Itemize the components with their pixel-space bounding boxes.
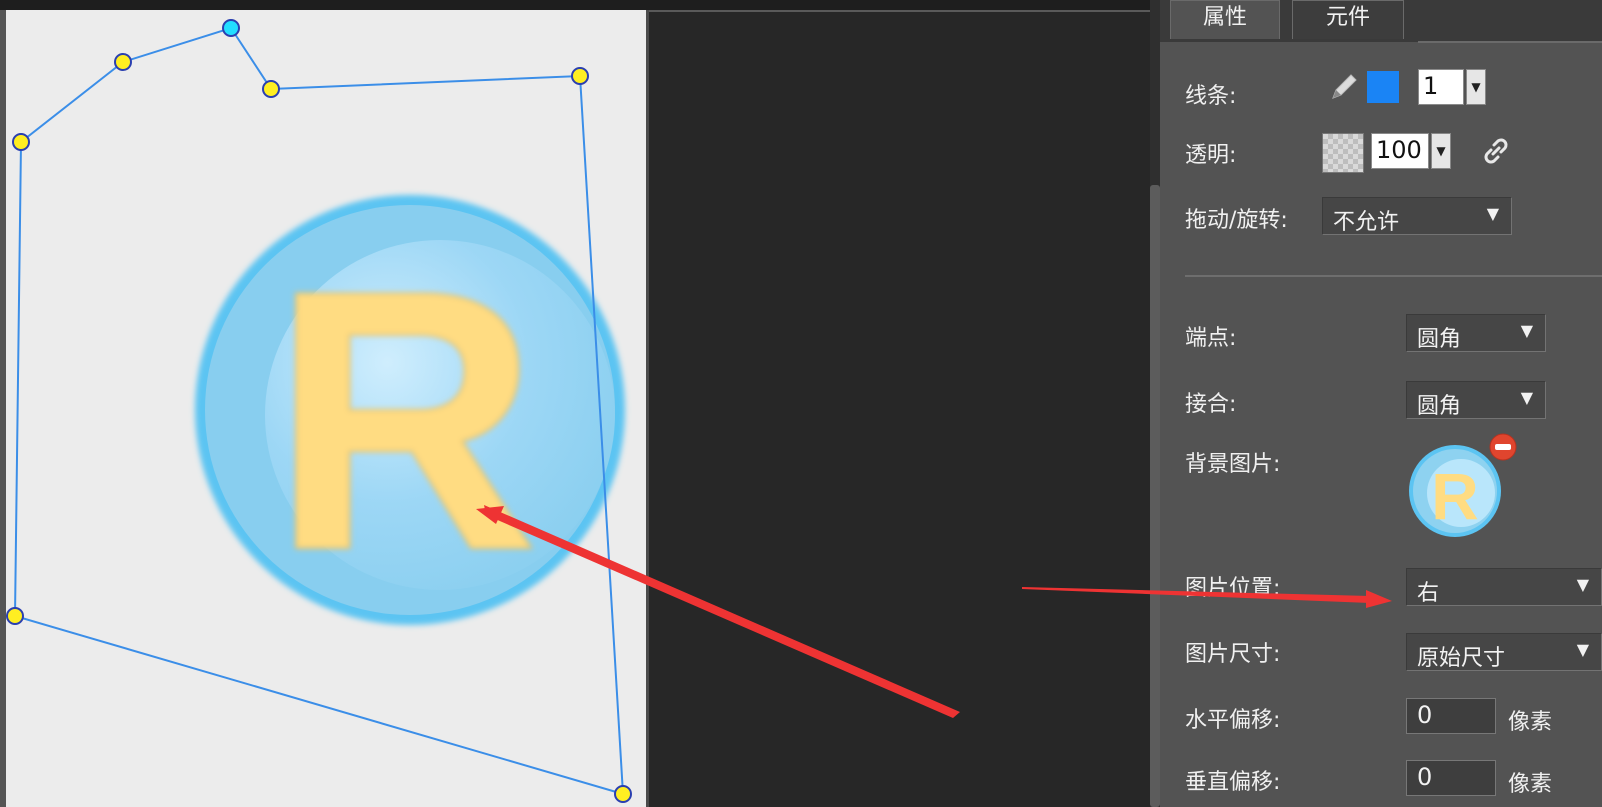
- opacity-label: 透明:: [1185, 143, 1237, 168]
- tab-properties[interactable]: 属性: [1170, 0, 1280, 39]
- drag-rotate-select[interactable]: 不允许 ▼: [1322, 197, 1512, 235]
- transparency-checker-icon[interactable]: [1322, 133, 1364, 173]
- vertex-handle: [614, 785, 632, 803]
- image-size-label: 图片尺寸:: [1185, 642, 1281, 667]
- logo-letter: R: [271, 214, 538, 627]
- image-position-label: 图片位置:: [1185, 576, 1281, 601]
- v-offset-unit: 像素: [1508, 772, 1553, 797]
- logo-image[interactable]: R: [195, 195, 625, 628]
- bg-image-label: 背景图片:: [1185, 452, 1281, 477]
- pencil-icon[interactable]: [1327, 70, 1361, 104]
- canvas-scrollbar-thumb[interactable]: [1150, 185, 1160, 807]
- opacity-dropdown[interactable]: ▼: [1431, 133, 1451, 169]
- v-offset-label: 垂直偏移:: [1185, 770, 1281, 795]
- h-offset-unit: 像素: [1508, 710, 1553, 735]
- tab-underline: [1418, 41, 1602, 43]
- stroke-width-dropdown[interactable]: ▼: [1466, 69, 1486, 105]
- section-divider: [1185, 275, 1602, 277]
- vertex-handle: [12, 133, 30, 151]
- stroke-color-swatch[interactable]: [1367, 71, 1399, 103]
- vertex-handle: [262, 80, 280, 98]
- stroke-label: 线条:: [1185, 84, 1237, 109]
- v-offset-input[interactable]: 0: [1406, 760, 1496, 796]
- h-offset-input[interactable]: 0: [1406, 698, 1496, 734]
- join-select[interactable]: 圆角 ▼: [1406, 381, 1546, 419]
- vertex-handle: [571, 67, 589, 85]
- tab-components[interactable]: 元件: [1292, 0, 1404, 39]
- vertex-handle: [114, 53, 132, 71]
- h-offset-label: 水平偏移:: [1185, 708, 1281, 733]
- cap-label: 端点:: [1185, 326, 1237, 351]
- stroke-width-input[interactable]: 1: [1418, 69, 1464, 105]
- image-position-select[interactable]: 右 ▼: [1406, 568, 1602, 606]
- vertex-handle: [6, 607, 24, 625]
- link-icon[interactable]: [1478, 133, 1514, 169]
- join-label: 接合:: [1185, 392, 1237, 417]
- svg-text:R: R: [1431, 459, 1479, 533]
- image-size-select[interactable]: 原始尺寸 ▼: [1406, 633, 1602, 671]
- drag-rotate-label: 拖动/旋转:: [1185, 208, 1288, 233]
- cap-select[interactable]: 圆角 ▼: [1406, 314, 1546, 352]
- vertex-handle-selected: [222, 19, 240, 37]
- opacity-input[interactable]: 100: [1371, 133, 1429, 169]
- remove-icon[interactable]: [1488, 432, 1518, 462]
